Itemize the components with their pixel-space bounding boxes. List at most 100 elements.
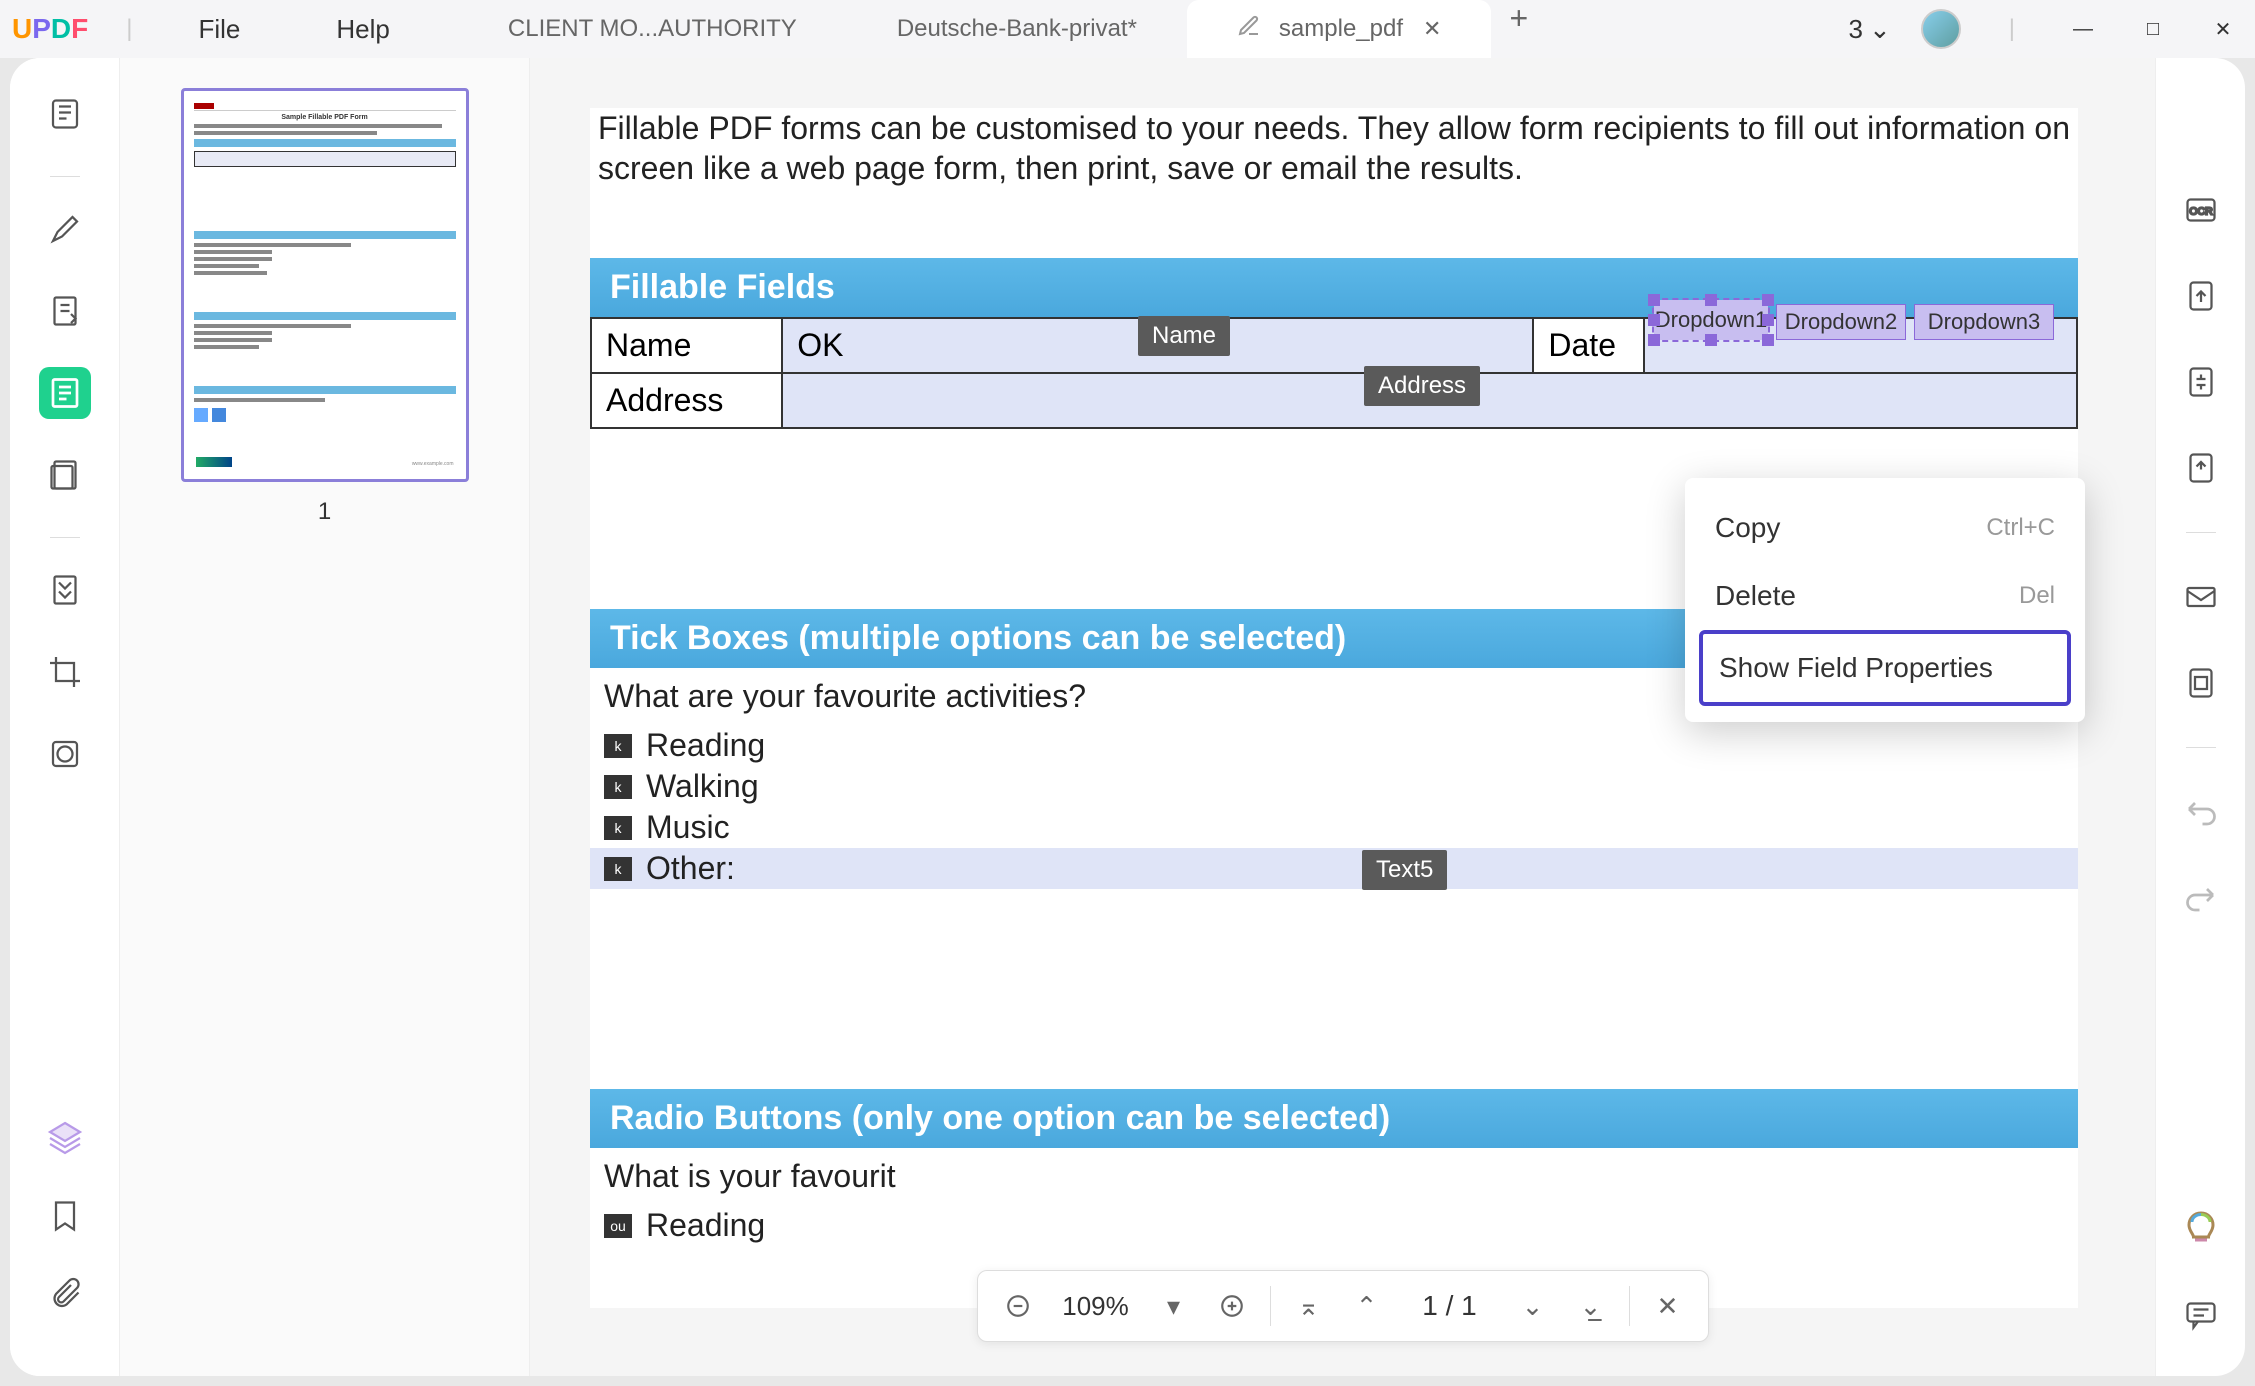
left-sidebar [10, 58, 120, 1376]
titlebar-right: 3 ⌄ | — □ ✕ [1849, 9, 2244, 49]
thumbnail-preview: Sample Fillable PDF Form www.example.com [194, 101, 456, 469]
resize-handle[interactable] [1762, 314, 1774, 326]
tickbox-walking[interactable]: kWalking [590, 766, 2078, 807]
separator: | [2009, 15, 2015, 43]
resize-handle[interactable] [1705, 334, 1717, 346]
last-page-button[interactable]: ⌄̲ [1571, 1286, 1611, 1326]
menu-file[interactable]: File [199, 14, 241, 45]
zoom-dropdown[interactable]: ▾ [1154, 1286, 1194, 1326]
app-logo: UPDF [12, 13, 88, 45]
tab-strip: CLIENT MO...AUTHORITY Deutsche-Bank-priv… [458, 0, 1849, 58]
date-label: Date [1533, 318, 1644, 373]
form-tool[interactable] [39, 367, 91, 419]
tickbox-reading[interactable]: kReading [590, 725, 2078, 766]
redo-tool[interactable] [2179, 876, 2223, 920]
close-nav-button[interactable]: ✕ [1648, 1286, 1688, 1326]
zoom-value: 109% [1056, 1291, 1136, 1322]
chevron-down-icon: ⌄ [1869, 14, 1891, 45]
separator: | [126, 15, 132, 43]
section-header: Radio Buttons (only one option can be se… [590, 1089, 2078, 1148]
layers-tool[interactable] [39, 1112, 91, 1164]
divider [2186, 747, 2216, 748]
selected-field[interactable]: Dropdown1 [1652, 298, 1770, 342]
minimize-button[interactable]: — [2063, 9, 2103, 49]
zoom-out-button[interactable] [998, 1286, 1038, 1326]
tab-item[interactable]: Deutsche-Bank-privat* [847, 0, 1187, 58]
main-content: Sample Fillable PDF Form www.example.com [10, 58, 2245, 1376]
share-tool[interactable] [2179, 446, 2223, 490]
zoom-in-button[interactable] [1212, 1286, 1252, 1326]
ctx-show-properties[interactable]: Show Field Properties [1699, 630, 2071, 706]
first-page-button[interactable]: ⌅ [1289, 1286, 1329, 1326]
field-tag-name: Name [1138, 316, 1230, 356]
resize-handle[interactable] [1648, 314, 1660, 326]
resize-handle[interactable] [1705, 294, 1717, 306]
ctx-label: Copy [1715, 512, 1780, 544]
close-button[interactable]: ✕ [2203, 9, 2243, 49]
ctx-copy[interactable]: Copy Ctrl+C [1699, 494, 2071, 562]
avatar[interactable] [1921, 9, 1961, 49]
watermark-tool[interactable] [39, 728, 91, 780]
bookmark-tool[interactable] [39, 1190, 91, 1242]
thumbnail-number: 1 [160, 498, 489, 526]
new-tab-button[interactable]: + [1509, 0, 1528, 58]
tickbox-music[interactable]: kMusic [590, 807, 2078, 848]
ctx-delete[interactable]: Delete Del [1699, 562, 2071, 630]
ctx-shortcut: Ctrl+C [1986, 514, 2055, 542]
page-thumbnail[interactable]: Sample Fillable PDF Form www.example.com [181, 88, 469, 482]
maximize-button[interactable]: □ [2133, 9, 2173, 49]
compress-tool[interactable] [2179, 360, 2223, 404]
next-page-button[interactable]: ⌄ [1513, 1286, 1553, 1326]
dropdown2-field[interactable]: Dropdown2 [1776, 304, 1906, 340]
convert-tool[interactable] [2179, 274, 2223, 318]
tickbox-other[interactable]: kOther: Text5 [590, 848, 2078, 889]
menu-help[interactable]: Help [336, 14, 389, 45]
page-navigation: 109% ▾ ⌅ ⌃ 1 / 1 ⌄ ⌄̲ ✕ [977, 1270, 1709, 1342]
dropdown3-field[interactable]: Dropdown3 [1914, 304, 2054, 340]
ctx-label: Delete [1715, 580, 1796, 612]
left-sidebar-bottom [39, 1112, 91, 1376]
page-tool[interactable] [39, 564, 91, 616]
page-indicator[interactable]: 1 / 1 [1405, 1290, 1495, 1322]
undo-tool[interactable] [2179, 790, 2223, 834]
tab-item[interactable]: CLIENT MO...AUTHORITY [458, 0, 847, 58]
ctx-shortcut: Del [2019, 582, 2055, 610]
close-icon[interactable]: ✕ [1423, 16, 1441, 42]
print-tool[interactable] [2179, 661, 2223, 705]
ctx-label: Show Field Properties [1719, 652, 1993, 684]
name-label: Name [591, 318, 782, 373]
edit-tool[interactable] [39, 285, 91, 337]
prev-page-button[interactable]: ⌃ [1347, 1286, 1387, 1326]
nav-separator [1270, 1286, 1271, 1326]
tab-item-active[interactable]: sample_pdf ✕ [1187, 0, 1492, 58]
crop-tool[interactable] [39, 646, 91, 698]
resize-handle[interactable] [1648, 334, 1660, 346]
resize-handle[interactable] [1762, 294, 1774, 306]
resize-handle[interactable] [1762, 334, 1774, 346]
ai-tool[interactable] [2179, 1206, 2223, 1250]
divider [50, 537, 80, 538]
comment-tool[interactable] [39, 203, 91, 255]
radio-reading[interactable]: ouReading [590, 1205, 2078, 1246]
radio-question: What is your favourit [590, 1148, 2078, 1205]
resize-handle[interactable] [1648, 294, 1660, 306]
edit-icon [1237, 14, 1261, 45]
right-sidebar-bottom [2179, 1206, 2223, 1376]
address-label: Address [591, 373, 782, 428]
radio-section: Radio Buttons (only one option can be se… [590, 1089, 2078, 1246]
ocr-tool[interactable]: OCR [2179, 188, 2223, 232]
email-tool[interactable] [2179, 575, 2223, 619]
titlebar: UPDF | File Help CLIENT MO...AUTHORITY D… [0, 0, 2255, 58]
chat-tool[interactable] [2179, 1292, 2223, 1336]
organize-tool[interactable] [39, 449, 91, 501]
reader-tool[interactable] [39, 88, 91, 140]
attachment-tool[interactable] [39, 1268, 91, 1320]
divider [50, 176, 80, 177]
tab-count[interactable]: 3 ⌄ [1849, 14, 1891, 45]
context-menu: Copy Ctrl+C Delete Del Show Field Proper… [1685, 478, 2085, 722]
tab-label: sample_pdf [1279, 15, 1403, 43]
intro-text: Fillable PDF forms can be customised to … [590, 108, 2078, 188]
nav-separator [1629, 1286, 1630, 1326]
field-tag-address: Address [1364, 366, 1480, 406]
right-sidebar: OCR [2155, 58, 2245, 1376]
